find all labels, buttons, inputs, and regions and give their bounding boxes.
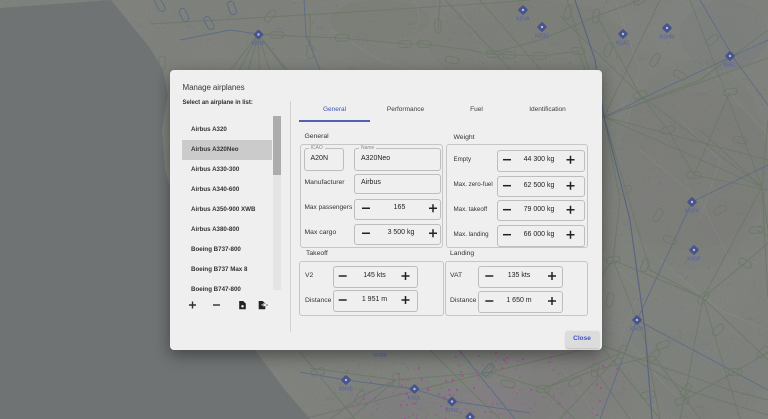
svg-text:T294: T294 — [615, 146, 625, 151]
svg-text:T201: T201 — [275, 26, 285, 31]
svg-text:KSCY: KSCY — [630, 327, 644, 333]
svg-text:T201: T201 — [635, 56, 645, 61]
svg-text:KBTP: KBTP — [252, 41, 266, 47]
svg-text:J121: J121 — [726, 281, 735, 286]
svg-text:KSOV: KSOV — [685, 209, 700, 215]
svg-text:J80: J80 — [417, 406, 424, 411]
svg-text:J80: J80 — [662, 366, 669, 371]
svg-text:Q822: Q822 — [735, 211, 746, 216]
svg-text:Q822: Q822 — [325, 396, 336, 401]
svg-text:KFRB: KFRB — [373, 353, 387, 359]
svg-text:KDVA: KDVA — [516, 17, 530, 23]
svg-text:J121: J121 — [226, 14, 235, 19]
svg-text:V187: V187 — [710, 156, 720, 161]
svg-text:J121: J121 — [741, 391, 750, 396]
svg-text:V23: V23 — [741, 76, 749, 81]
svg-text:KPNZ: KPNZ — [445, 408, 458, 414]
svg-text:Q822: Q822 — [745, 316, 756, 321]
svg-text:V23: V23 — [186, 24, 194, 29]
svg-text:J80: J80 — [407, 21, 414, 26]
svg-text:KSQL: KSQL — [408, 396, 422, 402]
svg-text:V23: V23 — [636, 296, 644, 301]
svg-text:T201: T201 — [675, 271, 685, 276]
svg-text:V12: V12 — [621, 221, 629, 226]
svg-text:KSHM: KSHM — [660, 35, 674, 41]
svg-text:Q822: Q822 — [550, 41, 561, 46]
svg-text:V23: V23 — [556, 391, 564, 396]
svg-text:KBEL: KBEL — [724, 63, 737, 69]
svg-text:V187: V187 — [465, 31, 475, 36]
svg-text:KNVB: KNVB — [339, 387, 353, 393]
svg-text:V23: V23 — [316, 26, 324, 31]
svg-text:KBDU: KBDU — [535, 34, 549, 40]
svg-text:KSGF: KSGF — [687, 257, 701, 263]
svg-text:J80: J80 — [657, 181, 664, 186]
svg-text:V187: V187 — [355, 386, 365, 391]
svg-text:KEAC: KEAC — [616, 41, 630, 47]
svg-text:T201: T201 — [695, 404, 705, 409]
svg-text:J121: J121 — [696, 91, 705, 96]
svg-text:T294: T294 — [495, 401, 505, 406]
svg-text:V12: V12 — [616, 391, 624, 396]
svg-text:V187: V187 — [700, 341, 710, 346]
svg-text:T294: T294 — [605, 331, 615, 336]
